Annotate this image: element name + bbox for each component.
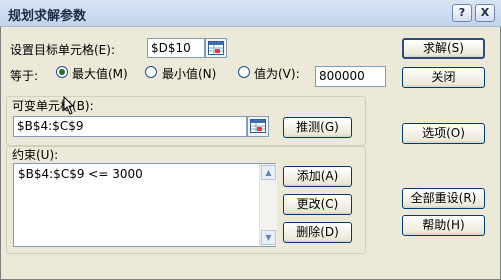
scroll-down-button[interactable]: ▼ (261, 230, 276, 245)
equal-to-label: 等于: (10, 69, 39, 83)
scroll-up-button[interactable]: ▲ (261, 165, 276, 180)
solve-button[interactable]: 求解(S) (402, 38, 485, 59)
constraints-list[interactable]: $B$4:$C$9 <= 3000 ▲ ▼ (13, 163, 277, 247)
title-bar: 规划求解参数 ? X (0, 0, 501, 27)
reset-all-button[interactable]: 全部重设(R) (402, 188, 485, 209)
change-constraint-button[interactable]: 更改(C) (283, 194, 352, 215)
min-radio[interactable] (145, 66, 157, 78)
changing-cells-label: 可变单元格(B): (12, 99, 94, 113)
target-cell-input[interactable]: $D$10 (147, 38, 205, 58)
min-label: 最小值(N) (162, 67, 217, 81)
target-ref-button[interactable] (205, 38, 227, 58)
guess-button[interactable]: 推测(G) (283, 117, 352, 138)
max-radio[interactable] (56, 66, 68, 78)
close-button[interactable]: 关闭 (402, 67, 485, 88)
range-select-icon (208, 41, 224, 55)
add-constraint-button[interactable]: 添加(A) (283, 166, 352, 187)
value-label: 值为(V): (254, 67, 300, 81)
close-title-button[interactable]: X (475, 4, 495, 22)
max-label: 最大值(M) (72, 67, 128, 81)
range-select-icon (250, 119, 266, 133)
options-button[interactable]: 选项(O) (402, 123, 485, 144)
help-button[interactable]: 帮助(H) (402, 215, 485, 236)
mouse-cursor-icon (63, 96, 75, 115)
target-cell-label: 设置目标单元格(E): (10, 43, 115, 57)
changing-ref-button[interactable] (247, 116, 269, 137)
value-input[interactable]: 800000 (315, 66, 386, 87)
constraints-scrollbar[interactable]: ▲ ▼ (259, 164, 277, 246)
constraints-label: 约束(U): (12, 148, 59, 162)
help-title-button[interactable]: ? (452, 4, 472, 22)
dialog-title: 规划求解参数 (8, 9, 87, 24)
delete-constraint-button[interactable]: 删除(D) (283, 222, 352, 243)
changing-cells-input[interactable]: $B$4:$C$9 (13, 116, 247, 137)
value-radio[interactable] (238, 66, 250, 78)
list-item[interactable]: $B$4:$C$9 <= 3000 (18, 167, 143, 181)
